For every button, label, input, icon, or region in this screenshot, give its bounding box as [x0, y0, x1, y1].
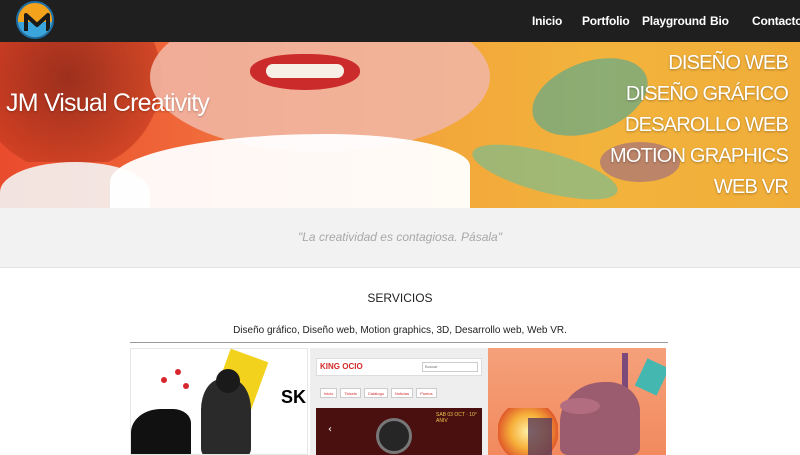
hero-decor-teal-2 [467, 133, 623, 208]
chevron-left-icon: ‹ [328, 424, 332, 435]
thumb-decor-dinosaur-jaw [560, 398, 600, 414]
nav-item-bio[interactable]: Bio [710, 14, 729, 28]
portfolio-thumb-2[interactable]: KING OCIO Buscar Inicio Tickets Catálogo… [310, 348, 488, 455]
thumb-site-emblem [376, 418, 412, 454]
hero-title: JM Visual Creativity [6, 89, 210, 117]
divider [130, 342, 668, 343]
nav-item-playground[interactable]: Playground [642, 14, 706, 28]
nav-item-portfolio[interactable]: Portfolio [582, 14, 630, 28]
logo-m-glyph [24, 13, 50, 31]
thumb-site-banner-text: SAB 03 OCT · 10° ANIV [436, 412, 477, 424]
thumb-decor-dot [183, 383, 189, 389]
portfolio-thumb-3[interactable] [488, 348, 666, 455]
thumb-site-logo: KING OCIO [320, 362, 363, 371]
thumb-site-menu-item: Tickets [340, 388, 361, 398]
thumb-decor-dot [161, 377, 167, 383]
hero-service-item: MOTION GRAPHICS [609, 145, 789, 167]
quote-text: "La creatividad es contagiosa. Pásala" [298, 230, 502, 244]
thumb-figure-head [216, 369, 240, 393]
thumb-site-menu-item: Catálogo [363, 388, 388, 398]
navbar: Inicio Portfolio Playground Bio Contacto [0, 0, 800, 42]
thumb-site-menu-item: Puntos [416, 388, 437, 398]
thumb-decor-splat [131, 409, 191, 454]
nav-item-inicio[interactable]: Inicio [532, 14, 562, 28]
hero-teeth [266, 64, 344, 78]
services-title: SERVICIOS [367, 291, 433, 305]
hero-service-item: DESAROLLO WEB [625, 114, 789, 136]
hero-banner: JM Visual Creativity DISEÑO WEB DISEÑO G… [0, 42, 800, 208]
thumb-site-menu-item: Inicio [320, 388, 338, 398]
services-subtitle: Diseño gráfico, Diseño web, Motion graph… [233, 325, 567, 336]
portfolio-thumb-1[interactable]: SK [130, 348, 308, 455]
thumb-decor-building [528, 418, 552, 455]
thumb-text: SK [281, 387, 307, 407]
hero-services-list: DISEÑO WEB DISEÑO GRÁFICO DESAROLLO WEB … [609, 48, 789, 203]
thumb-site-search: Buscar [422, 362, 478, 372]
hero-service-item: DISEÑO WEB [668, 52, 789, 74]
thumb-decor-dinosaur [560, 382, 640, 455]
thumb-site-banner: ‹ SAB 03 OCT · 10° ANIV [316, 408, 482, 455]
thumb-decor-teal [634, 358, 666, 396]
hero-service-item: DISEÑO GRÁFICO [625, 83, 789, 105]
thumb-site-menu: Inicio Tickets Catálogo Noticias Puntos [320, 388, 437, 400]
thumb-decor-dot [175, 369, 181, 375]
thumb-site-menu-item: Noticias [390, 388, 414, 398]
hero-service-item: WEB VR [713, 176, 789, 198]
quote-band: "La creatividad es contagiosa. Pásala" [0, 208, 800, 268]
nav-item-contacto[interactable]: Contacto [752, 14, 800, 28]
logo-m-icon[interactable] [16, 1, 54, 39]
